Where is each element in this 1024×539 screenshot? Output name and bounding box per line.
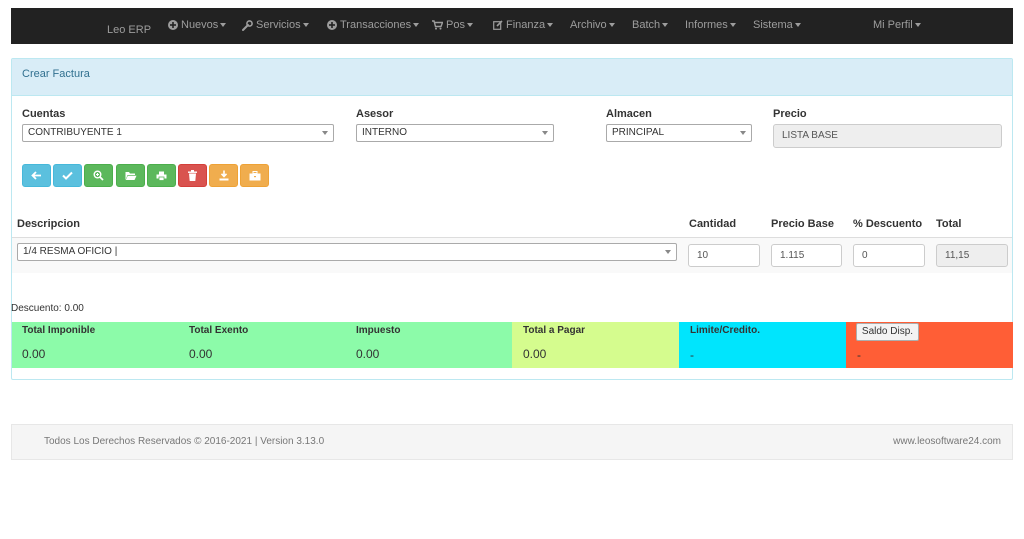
total-imponible-title: Total Imponible	[22, 325, 96, 336]
zoom-in-icon	[93, 170, 104, 181]
open-button[interactable]	[116, 164, 145, 187]
save-button[interactable]	[53, 164, 82, 187]
th-descripcion: Descripcion	[17, 218, 80, 230]
nav-transacciones-label: Transacciones	[340, 19, 412, 31]
impuesto-title: Impuesto	[356, 325, 401, 336]
download-button[interactable]	[209, 164, 238, 187]
asesor-select-value: INTERNO	[362, 127, 407, 138]
footer-website[interactable]: www.leosoftware24.com	[893, 425, 1001, 459]
cuentas-select-value: CONTRIBUYENTE 1	[28, 127, 122, 138]
nav-archivo-label: Archivo	[570, 19, 607, 31]
download-icon	[219, 170, 228, 181]
delete-button[interactable]	[178, 164, 207, 187]
descripcion-select-value: 1/4 RESMA OFICIO |	[23, 246, 118, 257]
nav-mi-perfil[interactable]: Mi Perfil	[873, 8, 921, 44]
almacen-select-value: PRINCIPAL	[612, 127, 665, 138]
asesor-label: Asesor	[356, 108, 394, 120]
saldo-disp-value: -	[857, 348, 861, 362]
wrench-icon	[242, 19, 253, 31]
caret-down-icon	[794, 23, 801, 28]
nav-sistema[interactable]: Sistema	[753, 8, 801, 44]
caret-down-icon	[662, 23, 669, 28]
nav-pos-label: Pos	[446, 19, 465, 31]
precio-base-input[interactable]: 1.115	[771, 244, 842, 267]
th-precio-base: Precio Base	[771, 218, 834, 230]
cuentas-select[interactable]: CONTRIBUYENTE 1	[22, 124, 334, 142]
plus-circle-icon	[327, 20, 337, 31]
arrow-left-icon	[31, 171, 41, 180]
trash-icon	[188, 170, 197, 181]
almacen-label: Almacen	[606, 108, 652, 120]
folder-open-icon	[125, 171, 136, 180]
precio-label: Precio	[773, 108, 807, 120]
asesor-select[interactable]: INTERNO	[356, 124, 554, 142]
total-field: 11,15	[936, 244, 1008, 267]
footer-copyright: Todos Los Derechos Reservados © 2016-202…	[44, 436, 325, 447]
nav-servicios[interactable]: Servicios	[242, 8, 309, 44]
nav-informes-label: Informes	[685, 19, 728, 31]
caret-down-icon	[914, 23, 921, 28]
descuento-text: Descuento: 0.00	[11, 303, 84, 314]
briefcase-icon	[249, 170, 260, 180]
caret-down-icon	[466, 23, 473, 28]
th-descuento: % Descuento	[853, 218, 923, 230]
caret-down-icon	[608, 23, 615, 28]
precio-field: LISTA BASE	[773, 124, 1002, 148]
select-arrow-icon	[740, 131, 746, 135]
caret-down-icon	[302, 23, 309, 28]
nav-finanza[interactable]: Finanza	[493, 8, 554, 44]
shopping-cart-icon	[432, 20, 443, 30]
total-imponible-value: 0.00	[22, 347, 46, 361]
descripcion-select[interactable]: 1/4 RESMA OFICIO |	[17, 243, 677, 261]
nav-nuevos-label: Nuevos	[181, 19, 219, 31]
nav-informes[interactable]: Informes	[685, 8, 736, 44]
nav-sistema-label: Sistema	[753, 19, 793, 31]
cuentas-label: Cuentas	[22, 108, 66, 120]
nav-batch-label: Batch	[632, 19, 661, 31]
search-button[interactable]	[84, 164, 113, 187]
saldo-disp-button[interactable]: Saldo Disp.	[856, 323, 919, 341]
th-total: Total	[936, 218, 962, 230]
back-button[interactable]	[22, 164, 51, 187]
edit-icon	[493, 20, 503, 30]
almacen-select[interactable]: PRINCIPAL	[606, 124, 752, 142]
print-button[interactable]	[147, 164, 176, 187]
caret-down-icon	[413, 23, 420, 28]
nav-pos[interactable]: Pos	[432, 8, 473, 44]
cantidad-input[interactable]: 10	[688, 244, 760, 267]
panel-title: Crear Factura	[12, 59, 1012, 96]
check-icon	[62, 171, 73, 180]
nav-mi-perfil-label: Mi Perfil	[873, 19, 913, 31]
print-icon	[156, 171, 167, 181]
total-pagar-value: 0.00	[523, 347, 547, 361]
select-arrow-icon	[322, 131, 328, 135]
nav-finanza-label: Finanza	[506, 19, 546, 31]
total-pagar-title: Total a Pagar	[523, 325, 586, 336]
total-exento-value: 0.00	[189, 347, 213, 361]
briefcase-button[interactable]	[240, 164, 269, 187]
brand-link[interactable]: Leo ERP	[107, 8, 151, 44]
caret-down-icon	[220, 23, 227, 28]
select-arrow-icon	[665, 250, 671, 254]
limite-credito-value: -	[690, 348, 694, 362]
total-exento-title: Total Exento	[189, 325, 249, 336]
top-navbar: Leo ERP Nuevos Servicios Transacciones P…	[11, 8, 1013, 44]
page-footer: Todos Los Derechos Reservados © 2016-202…	[11, 424, 1013, 460]
plus-circle-icon	[168, 20, 178, 31]
select-arrow-icon	[542, 131, 548, 135]
nav-nuevos[interactable]: Nuevos	[168, 8, 227, 44]
descuento-input[interactable]: 0	[853, 244, 925, 267]
nav-archivo[interactable]: Archivo	[570, 8, 615, 44]
limite-credito-title: Limite/Credito.	[690, 325, 761, 336]
caret-down-icon	[547, 23, 554, 28]
nav-servicios-label: Servicios	[256, 19, 301, 31]
nav-transacciones[interactable]: Transacciones	[327, 8, 420, 44]
nav-batch[interactable]: Batch	[632, 8, 669, 44]
impuesto-value: 0.00	[356, 347, 380, 361]
th-cantidad: Cantidad	[689, 218, 737, 230]
caret-down-icon	[729, 23, 736, 28]
